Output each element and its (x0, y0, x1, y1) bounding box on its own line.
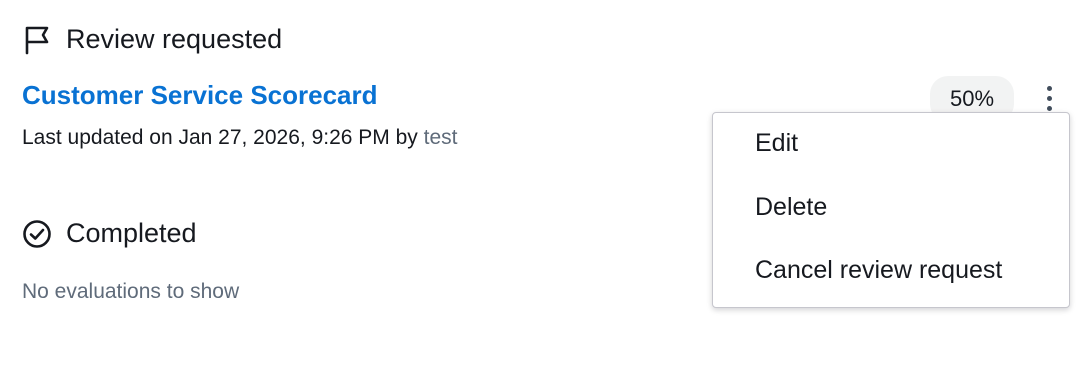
scorecard-link[interactable]: Customer Service Scorecard (22, 80, 378, 111)
last-updated-text: Last updated on Jan 27, 2026, 9:26 PM by… (22, 126, 457, 150)
menu-item-delete[interactable]: Delete (755, 193, 827, 222)
updated-by-user: test (423, 126, 458, 149)
completed-header: Completed (22, 218, 197, 249)
actions-dropdown-menu: Edit Delete Cancel review request (712, 112, 1070, 308)
more-vertical-icon (1046, 85, 1052, 91)
review-requested-header: Review requested (22, 24, 282, 55)
more-actions-button[interactable] (1034, 80, 1064, 116)
last-updated-prefix: Last updated on Jan 27, 2026, 9:26 PM by (22, 126, 424, 149)
review-requested-title: Review requested (66, 24, 283, 54)
evaluations-page: Review requested Customer Service Scorec… (0, 0, 1084, 382)
flag-icon (22, 25, 52, 55)
menu-item-edit[interactable]: Edit (755, 129, 798, 158)
empty-state-text: No evaluations to show (22, 280, 240, 303)
menu-item-cancel-review-request[interactable]: Cancel review request (755, 256, 1002, 285)
check-circle-icon (22, 219, 52, 249)
completed-title: Completed (66, 218, 197, 248)
